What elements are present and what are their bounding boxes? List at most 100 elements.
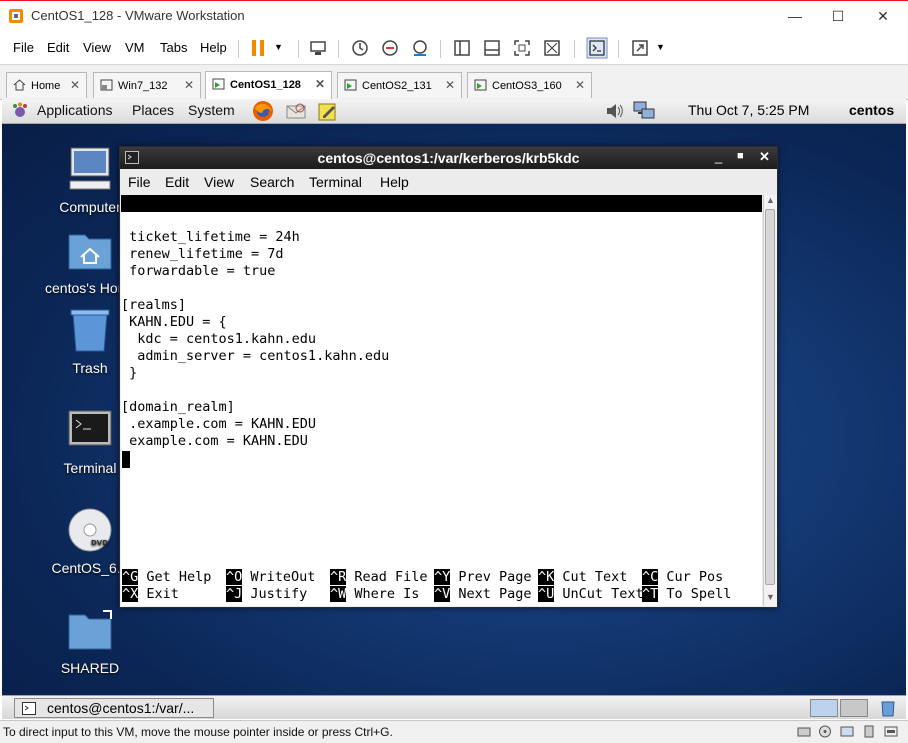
workspace-1[interactable] bbox=[810, 699, 838, 717]
nano-shortcut: ^R Read File bbox=[330, 569, 436, 585]
dvd-icon: DVD bbox=[68, 508, 112, 552]
pause-dropdown-icon[interactable]: ▼ bbox=[274, 42, 283, 52]
vm-running-icon bbox=[474, 79, 487, 91]
term-menu-edit[interactable]: Edit bbox=[165, 174, 189, 190]
term-menu-help[interactable]: Help bbox=[380, 174, 409, 190]
minimize-icon[interactable]: _ bbox=[715, 149, 722, 164]
menu-vm[interactable]: VM bbox=[125, 40, 145, 55]
panel-menu-system[interactable]: System bbox=[188, 102, 235, 118]
desktop-icon-shared[interactable]: SHARED bbox=[45, 607, 135, 676]
close-icon[interactable]: ✕ bbox=[759, 149, 770, 165]
tab-win7-132[interactable]: Win7_132 ✕ bbox=[93, 72, 201, 98]
show-library-icon[interactable] bbox=[452, 38, 472, 58]
tab-label: Home bbox=[31, 80, 61, 92]
term-menu-search[interactable]: Search bbox=[250, 174, 294, 190]
desktop-icon-label: SHARED bbox=[60, 660, 120, 676]
scroll-up-icon[interactable]: ▲ bbox=[766, 195, 775, 205]
scroll-down-icon[interactable]: ▼ bbox=[766, 592, 775, 602]
folder-link-icon bbox=[68, 610, 112, 650]
network-icon[interactable] bbox=[632, 100, 656, 122]
close-tab-icon[interactable]: ✕ bbox=[184, 78, 194, 92]
svg-text:DVD: DVD bbox=[91, 539, 108, 547]
panel-clock[interactable]: Thu Oct 7, 5:25 PM bbox=[688, 102, 809, 118]
code-line: [domain_realm] bbox=[121, 399, 235, 415]
gnome-foot-icon[interactable] bbox=[11, 102, 29, 120]
terminal-small-icon bbox=[22, 702, 36, 715]
firefox-icon[interactable] bbox=[252, 100, 274, 122]
vmware-status-bar: To direct input to this VM, move the mou… bbox=[0, 720, 908, 743]
revert-snapshot-icon[interactable] bbox=[380, 38, 400, 58]
pause-icon[interactable] bbox=[248, 38, 268, 58]
terminal-title-bar[interactable]: centos@centos1:/var/kerberos/krb5kdc _ ■… bbox=[120, 147, 777, 169]
hard-disk-icon[interactable] bbox=[797, 725, 811, 738]
snapshot-manager-icon[interactable] bbox=[410, 38, 430, 58]
vm-running-icon bbox=[344, 79, 357, 91]
full-screen-icon[interactable] bbox=[512, 38, 532, 58]
menu-file[interactable]: File bbox=[13, 40, 34, 55]
close-tab-icon[interactable]: ✕ bbox=[445, 78, 455, 92]
stretch-guest-icon[interactable] bbox=[630, 38, 650, 58]
email-client-icon[interactable] bbox=[285, 100, 307, 122]
terminal-window[interactable]: centos@centos1:/var/kerberos/krb5kdc _ ■… bbox=[119, 146, 778, 608]
cd-rom-icon[interactable] bbox=[818, 725, 832, 738]
nano-file-name: File: /etc/krb5.conf bbox=[345, 229, 508, 245]
scrollbar-thumb[interactable] bbox=[765, 209, 775, 585]
network-adapter-icon[interactable] bbox=[840, 725, 854, 738]
close-icon[interactable]: ✕ bbox=[860, 1, 906, 32]
term-menu-view[interactable]: View bbox=[204, 174, 234, 190]
text-cursor bbox=[122, 451, 130, 468]
menu-tabs[interactable]: Tabs bbox=[160, 40, 187, 55]
volume-icon[interactable] bbox=[604, 101, 624, 121]
window-title: CentOS1_128 - VMware Workstation bbox=[31, 8, 245, 23]
panel-menu-places[interactable]: Places bbox=[132, 102, 174, 118]
unity-icon[interactable] bbox=[542, 38, 562, 58]
stretch-dropdown-icon[interactable]: ▼ bbox=[656, 42, 665, 52]
panel-user-name[interactable]: centos bbox=[849, 102, 894, 118]
nano-shortcut: ^Y Prev Page bbox=[434, 569, 540, 585]
nano-editor[interactable]: GNU nano 2.0.9 File: /etc/krb5.conf Modi… bbox=[121, 195, 762, 606]
menu-view[interactable]: View bbox=[83, 40, 111, 55]
nano-version: GNU nano 2.0.9 bbox=[121, 212, 252, 228]
term-menu-terminal[interactable]: Terminal bbox=[309, 174, 362, 190]
code-line: forwardable = true bbox=[121, 263, 276, 279]
panel-menu-applications[interactable]: Applications bbox=[37, 102, 113, 118]
status-message: To direct input to this VM, move the mou… bbox=[3, 725, 393, 739]
trash-icon bbox=[70, 309, 110, 352]
sound-card-icon[interactable] bbox=[884, 725, 898, 738]
nano-shortcut: ^X Exit bbox=[122, 586, 228, 602]
vmware-logo-icon bbox=[9, 9, 23, 23]
vmware-menu-toolbar: File Edit View VM Tabs Help ▼ ▼ bbox=[0, 32, 908, 65]
send-ctrl-alt-del-icon[interactable] bbox=[308, 38, 328, 58]
minimize-icon[interactable]: — bbox=[772, 1, 818, 32]
close-tab-icon[interactable]: ✕ bbox=[315, 77, 325, 91]
term-menu-file[interactable]: File bbox=[128, 174, 151, 190]
tab-centos1-128[interactable]: CentOS1_128 ✕ bbox=[205, 71, 332, 99]
usb-icon[interactable] bbox=[862, 725, 876, 738]
computer-icon bbox=[69, 147, 111, 190]
close-tab-icon[interactable]: ✕ bbox=[70, 78, 80, 92]
terminal-scrollbar[interactable]: ▲ ▼ bbox=[763, 195, 777, 606]
code-line: .example.com = KAHN.EDU bbox=[121, 416, 317, 432]
toolbar-separator bbox=[618, 40, 619, 58]
workspace-2[interactable] bbox=[840, 699, 868, 717]
trash-applet-icon[interactable] bbox=[878, 698, 898, 718]
menu-edit[interactable]: Edit bbox=[47, 40, 69, 55]
tab-centos3-160[interactable]: CentOS3_160 ✕ bbox=[467, 72, 592, 98]
text-editor-icon[interactable] bbox=[317, 100, 339, 122]
menu-help[interactable]: Help bbox=[200, 40, 227, 55]
tab-home[interactable]: Home ✕ bbox=[6, 72, 87, 98]
snapshot-icon[interactable] bbox=[350, 38, 370, 58]
tab-centos2-131[interactable]: CentOS2_131 ✕ bbox=[337, 72, 462, 98]
maximize-icon[interactable]: ■ bbox=[737, 150, 744, 162]
guest-screen[interactable]: Applications Places System Thu Oct 7, 5:… bbox=[2, 99, 906, 719]
console-view-icon[interactable] bbox=[586, 37, 608, 59]
nano-header-bar: GNU nano 2.0.9 File: /etc/krb5.conf Modi… bbox=[121, 195, 762, 262]
close-tab-icon[interactable]: ✕ bbox=[575, 78, 585, 92]
thumbnail-bar-icon[interactable] bbox=[482, 38, 502, 58]
taskbar-terminal-button[interactable]: centos@centos1:/var/... bbox=[14, 698, 214, 718]
terminal-menu-bar: File Edit View Search Terminal Help bbox=[120, 169, 777, 195]
toolbar-separator bbox=[298, 40, 299, 58]
maximize-icon[interactable]: ☐ bbox=[815, 1, 861, 32]
nano-shortcut: ^J Justify bbox=[226, 586, 332, 602]
nano-shortcut: ^V Next Page bbox=[434, 586, 540, 602]
